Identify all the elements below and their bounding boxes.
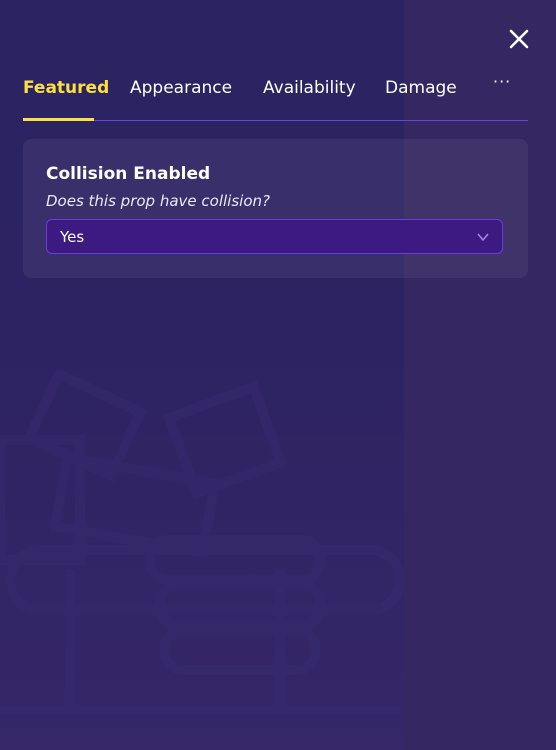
more-horizontal-icon: ··· <box>493 72 512 91</box>
settings-tab-bar: Featured Appearance Availability Damage … <box>23 72 528 121</box>
select-value: Yes <box>60 228 85 246</box>
tab-damage[interactable]: Damage <box>385 78 457 98</box>
setting-description: Does this prop have collision? <box>46 192 270 210</box>
collision-select[interactable]: Yes <box>46 219 503 254</box>
collision-setting-card: Collision Enabled Does this prop have co… <box>23 139 528 278</box>
tab-appearance[interactable]: Appearance <box>130 78 232 98</box>
tab-featured[interactable]: Featured <box>23 78 109 98</box>
tab-availability[interactable]: Availability <box>263 78 356 98</box>
close-icon <box>509 29 529 49</box>
setting-title: Collision Enabled <box>46 164 211 184</box>
close-button[interactable] <box>506 26 532 52</box>
active-tab-indicator <box>23 118 94 121</box>
chevron-down-icon <box>477 233 489 242</box>
more-tabs-button[interactable]: ··· <box>493 72 511 91</box>
